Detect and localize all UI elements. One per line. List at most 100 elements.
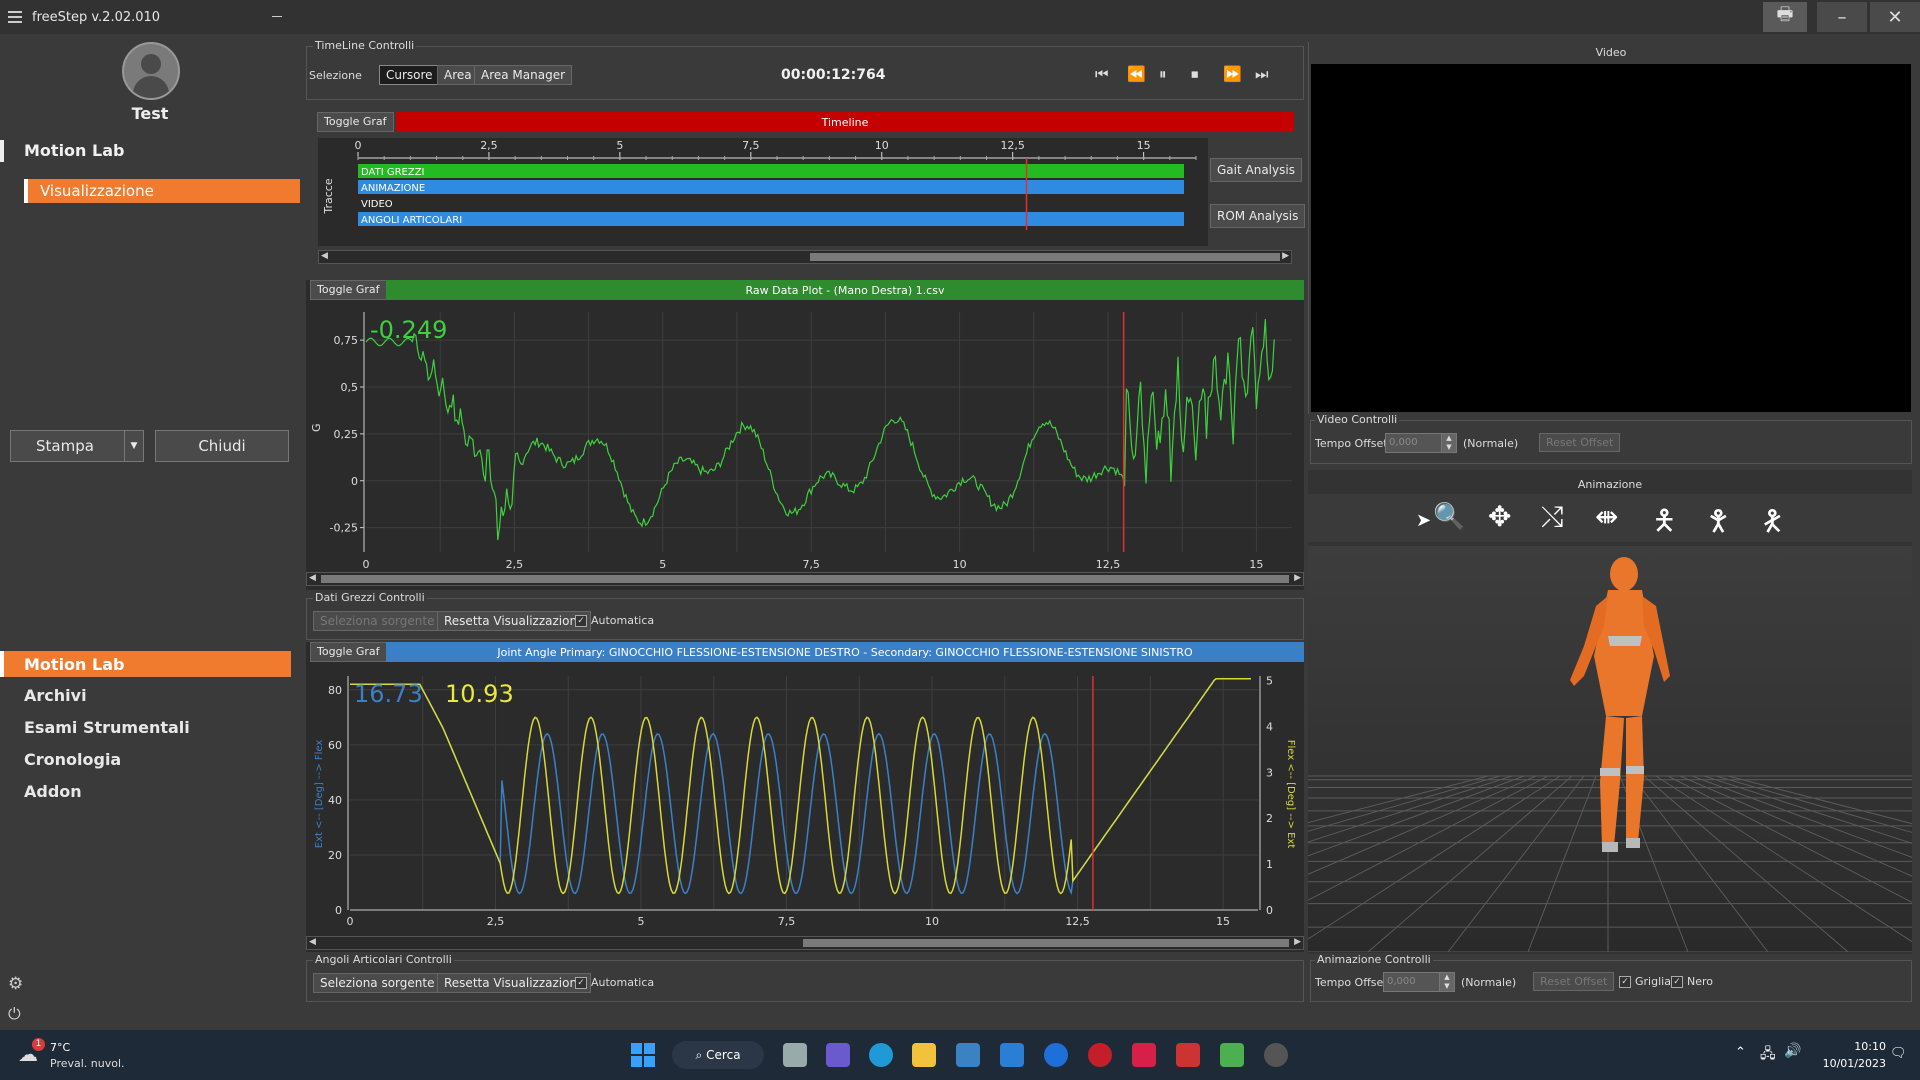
- anim-offset-input[interactable]: 0,000: [1383, 972, 1440, 992]
- raw-reset-view-button[interactable]: Resetta Visualizzazione: [437, 611, 592, 631]
- animation-title: Animazione: [1577, 478, 1643, 491]
- windows-start-icon[interactable]: [631, 1043, 655, 1067]
- app-toolbox-icon[interactable]: [1176, 1043, 1200, 1067]
- clock-time[interactable]: 10:10: [1846, 1040, 1886, 1053]
- mail-icon[interactable]: [1000, 1043, 1024, 1067]
- track-bar-3: [358, 212, 1184, 226]
- raw-scrollbar[interactable]: ◀ ▶: [306, 572, 1304, 586]
- raw-title-bar: Raw Data Plot - (Mano Destra) 1.csv: [386, 280, 1304, 300]
- teamviewer-icon[interactable]: [1044, 1043, 1068, 1067]
- minimize-button[interactable]: –: [1817, 2, 1867, 32]
- checkbox-label: Automatica: [591, 614, 655, 627]
- network-icon[interactable]: 🖧: [1760, 1043, 1776, 1067]
- pan-icon[interactable]: ✥: [1488, 500, 1511, 533]
- black-checkbox[interactable]: ✓ Nero: [1671, 975, 1713, 988]
- print-button-label: Stampa: [36, 437, 94, 455]
- animation-viewport[interactable]: [1308, 546, 1912, 952]
- clock-date[interactable]: 10/01/2023: [1818, 1057, 1886, 1070]
- edge-icon[interactable]: [869, 1043, 893, 1067]
- video-offset-input[interactable]: 0,000: [1385, 433, 1442, 453]
- app-gray-icon[interactable]: [1264, 1043, 1288, 1067]
- rom-analysis-button[interactable]: ROM Analysis: [1210, 204, 1306, 228]
- volume-icon[interactable]: 🔊: [1784, 1043, 1801, 1059]
- sidebar-sub-item-visualizzazione[interactable]: Visualizzazione: [24, 179, 300, 203]
- raw-controls-panel: Dati Grezzi Controlli Seleziona sorgente…: [306, 591, 1304, 640]
- anim-offset-spinner[interactable]: ▲ ▼: [1439, 972, 1455, 992]
- checkbox-box[interactable]: ✓: [575, 976, 587, 989]
- task-view-icon[interactable]: [783, 1043, 807, 1067]
- mode-cursore-button[interactable]: Cursore: [379, 65, 440, 85]
- store-icon[interactable]: [956, 1043, 980, 1067]
- video-viewport[interactable]: [1311, 64, 1911, 412]
- timeline-tick-label: 7,5: [742, 139, 760, 152]
- timeline-chart[interactable]: 0 2,5 5 7,5 10 12,5 15 Tracce DATI GREZZI ANIMAZI…: [318, 138, 1208, 246]
- timeline-tick-label: 0: [355, 139, 362, 152]
- chevron-down-icon[interactable]: ▼: [124, 431, 143, 461]
- timeline-scrollbar[interactable]: ◀ ▶: [318, 250, 1292, 264]
- video-reset-offset-button[interactable]: Reset Offset: [1539, 433, 1621, 452]
- view-back-icon[interactable]: 🯇: [1760, 500, 1785, 548]
- user-name: Test: [131, 104, 169, 123]
- file-explorer-icon[interactable]: [912, 1043, 936, 1067]
- gear-icon[interactable]: ⚙: [8, 974, 23, 994]
- angle-reset-view-button[interactable]: Resetta Visualizzazione: [437, 973, 592, 993]
- taskbar-search[interactable]: ⌕ Cerca: [672, 1041, 764, 1069]
- print-icon[interactable]: 🖶: [1763, 2, 1807, 32]
- sidebar-minimize-icon[interactable]: [272, 16, 282, 17]
- app-red-icon[interactable]: [1088, 1043, 1112, 1067]
- checkbox-box[interactable]: ✓: [575, 614, 587, 627]
- joint-angle-chart[interactable]: 8060402005432100 2,5 5 7,5 10 12,5 15Ext <-- […: [306, 664, 1304, 936]
- recorder-icon[interactable]: [1132, 1043, 1156, 1067]
- weather-badge: 1: [32, 1038, 45, 1051]
- timeline-toggle-button[interactable]: Toggle Graf: [317, 112, 394, 132]
- checkbox-box[interactable]: ✓: [1619, 975, 1631, 988]
- tray-chevron-icon[interactable]: ⌃: [1735, 1045, 1746, 1060]
- view-front-icon[interactable]: 🯆: [1706, 500, 1731, 548]
- close-window-button[interactable]: ✕: [1870, 2, 1920, 32]
- raw-data-chart[interactable]: 0,75 0,5 0,25 0 -0,25 G 0 2,5 5 7,5 10 12,5 15 -0.249: [306, 302, 1304, 582]
- mode-area-button[interactable]: Area: [437, 65, 479, 85]
- mode-area-manager-button[interactable]: Area Manager: [474, 65, 573, 85]
- close-button[interactable]: Chiudi: [155, 430, 289, 462]
- fit-icon[interactable]: ⇼: [1595, 500, 1618, 533]
- print-button[interactable]: Stampa ▼: [10, 430, 144, 462]
- sidebar-item-cronologia[interactable]: Cronologia: [24, 750, 121, 769]
- step-forward-icon[interactable]: ⏩: [1223, 65, 1242, 83]
- stop-icon[interactable]: ⏹: [1191, 65, 1199, 83]
- raw-toggle-button[interactable]: Toggle Graf: [310, 280, 387, 300]
- raw-ylabel: G: [310, 423, 323, 432]
- sidebar-item-addon[interactable]: Addon: [24, 782, 82, 801]
- angle-xtick-label: 5: [638, 915, 645, 928]
- pause-icon[interactable]: ⏸: [1159, 65, 1167, 83]
- notification-icon[interactable]: 🗨: [1890, 1046, 1907, 1061]
- anim-reset-offset-button[interactable]: Reset Offset: [1533, 972, 1615, 991]
- angle-toggle-button[interactable]: Toggle Graf: [310, 642, 387, 662]
- view-side-icon[interactable]: 🯅: [1652, 500, 1677, 548]
- animation-toolbar: 🔍 ✥ ⤭ ⇼ 🯅 🯆 🯇: [1308, 494, 1912, 542]
- raw-auto-checkbox[interactable]: ✓ Automatica: [575, 614, 654, 627]
- sidebar-item-esami-strumentali[interactable]: Esami Strumentali: [24, 718, 190, 737]
- raw-xtick-label: 0: [363, 558, 370, 571]
- checkbox-box[interactable]: ✓: [1671, 975, 1683, 988]
- chat-icon[interactable]: [826, 1043, 850, 1067]
- step-back-icon[interactable]: ⏪: [1127, 65, 1146, 83]
- rotate-icon[interactable]: ⤭: [1541, 500, 1563, 534]
- skip-end-icon[interactable]: ⏭: [1255, 65, 1269, 83]
- track-bar-1: [358, 180, 1184, 194]
- angle-select-source-button[interactable]: Seleziona sorgente: [313, 973, 442, 993]
- group-title: Angoli Articolari Controlli: [313, 953, 454, 966]
- raw-select-source-button[interactable]: Seleziona sorgente: [313, 611, 442, 631]
- zoom-icon[interactable]: 🔍: [1433, 502, 1465, 532]
- skip-start-icon[interactable]: ⏮: [1095, 65, 1109, 83]
- power-icon[interactable]: ⏻: [8, 1004, 21, 1024]
- sidebar-item-motion-lab[interactable]: Motion Lab: [0, 651, 291, 677]
- video-title: Video: [1595, 46, 1627, 59]
- angle-scrollbar[interactable]: ◀ ▶: [306, 936, 1304, 950]
- sidebar-item-archivi[interactable]: Archivi: [24, 686, 87, 705]
- angle-auto-checkbox[interactable]: ✓ Automatica: [575, 976, 654, 989]
- video-offset-spinner[interactable]: ▲ ▼: [1441, 433, 1457, 453]
- gait-analysis-button[interactable]: Gait Analysis: [1210, 158, 1302, 182]
- freestep-icon[interactable]: [1220, 1043, 1244, 1067]
- hamburger-icon[interactable]: [8, 11, 22, 23]
- grid-checkbox[interactable]: ✓ Griglia: [1619, 975, 1671, 988]
